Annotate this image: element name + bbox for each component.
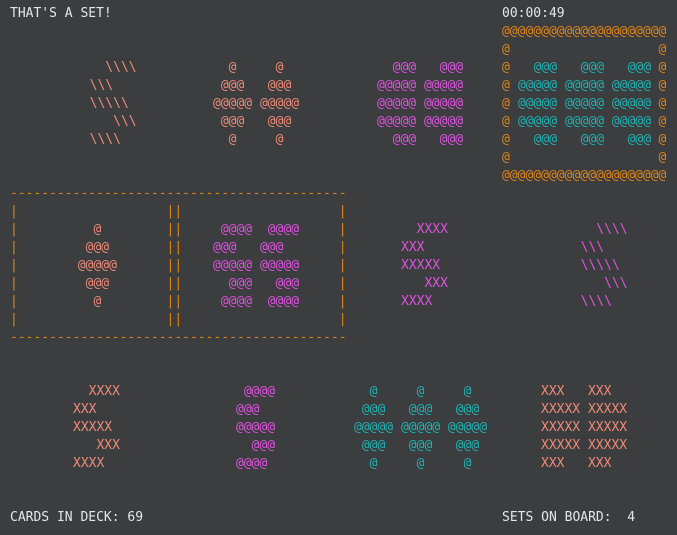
selection-box-top: ----------------------------------------… — [10, 186, 347, 201]
game-title: THAT'S A SET! — [10, 6, 112, 21]
card-r1c4[interactable]: @@@ @@@ @@@ @@@@@ @@@@@ @@@@@ @@@@@ @@@@… — [518, 59, 651, 149]
card-r2c2[interactable]: @@@@ @@@@ @@@ @@@ @@@@@ @@@@@ @@@ @@@ @@… — [213, 221, 299, 311]
cards-in-deck: CARDS IN DECK: 69 — [10, 510, 144, 525]
sets-on-board: SETS ON BOARD: 4 — [502, 510, 636, 525]
card-r2c1[interactable]: @ @@@ @@@@@ @@@ @ — [70, 221, 117, 311]
card-r1c2[interactable]: @ @ @@@ @@@ @@@@@ @@@@@ @@@ @@@ @ @ — [213, 59, 299, 149]
card-r2c4[interactable]: \\\\ \\\ \\\\\ \\\ \\\\ — [565, 221, 628, 311]
card-r2c3[interactable]: XXXX XXX XXXXX XXX XXXX — [401, 221, 448, 311]
card-r3c2[interactable]: @@@@ @@@ @@@@@ @@@ @@@@ — [236, 383, 275, 473]
selection-box-bottom: ----------------------------------------… — [10, 330, 347, 345]
card-r3c3[interactable]: @ @ @ @@@ @@@ @@@ @@@@@ @@@@@ @@@@@ @@@ … — [354, 383, 487, 473]
card-r3c1[interactable]: XXXX XXX XXXXX XXX XXXX — [73, 383, 120, 473]
card-r1c1[interactable]: \\\\ \\\ \\\\\ \\\ \\\\ — [74, 59, 137, 149]
card-r1c3[interactable]: @@@ @@@ @@@@@ @@@@@ @@@@@ @@@@@ @@@@@ @@… — [377, 59, 463, 149]
game-timer: 00:00:49 — [502, 6, 565, 21]
card-r3c4[interactable]: XXX XXX XXXXX XXXXX XXXXX XXXXX XXXXX XX… — [541, 383, 627, 473]
